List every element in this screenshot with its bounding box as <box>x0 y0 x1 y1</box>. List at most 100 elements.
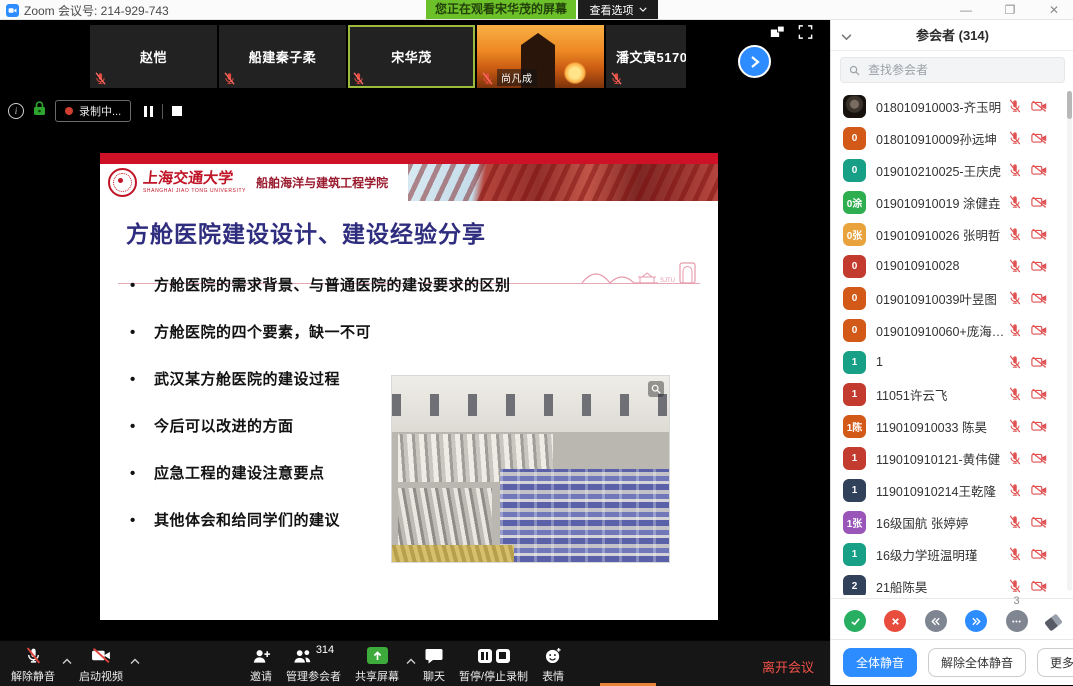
participant-row[interactable]: 2 21船陈昊 <box>831 570 1073 595</box>
video-off-icon[interactable] <box>1031 579 1048 593</box>
reactions-button[interactable]: 表情 <box>535 641 571 684</box>
muted-mic-icon[interactable] <box>1008 195 1022 209</box>
close-button[interactable]: ✕ <box>1043 3 1065 17</box>
muted-mic-icon[interactable] <box>1008 259 1022 273</box>
unmute-button[interactable]: 解除静音 <box>4 641 62 684</box>
video-off-icon[interactable] <box>1031 259 1048 273</box>
pause-icon[interactable] <box>478 649 492 663</box>
video-tile[interactable]: 尚凡成 <box>477 25 604 88</box>
video-off-icon[interactable] <box>1031 163 1048 177</box>
video-off-icon[interactable] <box>1031 99 1048 113</box>
video-off-icon[interactable] <box>1031 387 1048 401</box>
scrollbar-thumb[interactable] <box>1067 91 1072 119</box>
muted-mic-icon[interactable] <box>1008 387 1022 401</box>
chat-button[interactable]: 聊天 <box>416 641 452 684</box>
participant-row[interactable]: 0 019010210025-王庆虎 <box>831 154 1073 186</box>
leave-meeting-button[interactable]: 离开会议 <box>762 657 814 676</box>
fullscreen-icon[interactable] <box>798 25 813 39</box>
video-off-icon[interactable] <box>1031 419 1048 433</box>
magnifier-icon[interactable] <box>648 381 664 397</box>
search-box[interactable] <box>840 57 1065 83</box>
participant-row[interactable]: 0涂 019010910019 涂健垚 <box>831 186 1073 218</box>
participant-row[interactable]: 018010910003-齐玉明 <box>831 90 1073 122</box>
start-video-button[interactable]: 启动视频 <box>72 641 130 684</box>
meeting-id-label: Zoom 会议号: 214-929-743 <box>24 2 169 19</box>
participant-row[interactable]: 0 018010910009孙远坤 <box>831 122 1073 154</box>
muted-mic-icon[interactable] <box>1008 419 1022 433</box>
participant-row[interactable]: 0张 019010910026 张明哲 <box>831 218 1073 250</box>
next-videos-button[interactable] <box>738 45 771 78</box>
muted-mic-icon[interactable] <box>1008 483 1022 497</box>
video-tile[interactable]: 宋华茂 <box>348 25 475 88</box>
stop-icon[interactable] <box>496 649 510 663</box>
info-icon[interactable]: i <box>8 103 24 119</box>
panel-collapse-chevron[interactable] <box>841 29 852 44</box>
go-faster-button[interactable] <box>965 610 987 632</box>
video-off-icon[interactable] <box>1031 451 1048 465</box>
video-options-chevron[interactable] <box>130 652 140 684</box>
slide-header-banner: 上海交通大学 SHANGHAI JIAO TONG UNIVERSITY 船舶海… <box>100 164 718 201</box>
muted-mic-icon[interactable] <box>1008 451 1022 465</box>
video-off-icon[interactable] <box>1031 291 1048 305</box>
video-off-icon[interactable] <box>1031 355 1048 369</box>
video-tile[interactable]: 船建秦子柔 <box>219 25 346 88</box>
video-off-icon[interactable] <box>1031 483 1048 497</box>
invite-button[interactable]: 邀请 <box>243 641 279 684</box>
participant-row[interactable]: 1 11051许云飞 <box>831 378 1073 410</box>
video-off-icon[interactable] <box>1031 547 1048 561</box>
view-options-button[interactable]: 查看选项 <box>578 0 658 19</box>
more-button[interactable]: 更多 <box>1037 648 1073 677</box>
video-off-icon[interactable] <box>1031 195 1048 209</box>
participant-row[interactable]: 1 16级力学班温明瑾 <box>831 538 1073 570</box>
window-titlebar: Zoom 会议号: 214-929-743 您正在观看宋华茂的屏幕 查看选项 —… <box>0 0 1073 20</box>
muted-mic-icon[interactable] <box>1008 227 1022 241</box>
gallery-view-icon[interactable] <box>770 25 785 39</box>
participant-row[interactable]: 1陈 119010910033 陈昊 <box>831 410 1073 442</box>
muted-mic-icon[interactable] <box>1008 99 1022 113</box>
unmute-all-button[interactable]: 解除全体静音 <box>928 648 1026 677</box>
participants-title: 参会者 (314) <box>916 25 989 44</box>
video-off-icon[interactable] <box>1031 515 1048 529</box>
muted-mic-icon[interactable] <box>1008 355 1022 369</box>
school-name: 船舶海洋与建筑工程学院 <box>256 174 388 191</box>
video-tile[interactable]: 赵恺 <box>90 25 217 88</box>
participant-row[interactable]: 1 1 <box>831 346 1073 378</box>
video-off-icon[interactable] <box>1031 131 1048 145</box>
restore-button[interactable]: ❐ <box>999 3 1021 17</box>
video-off-icon[interactable] <box>1031 227 1048 241</box>
clear-reactions-eraser-icon[interactable] <box>1044 614 1063 632</box>
muted-mic-icon[interactable] <box>1008 547 1022 561</box>
participant-row[interactable]: 1 119010910214王乾隆 <box>831 474 1073 506</box>
muted-mic-icon[interactable] <box>1008 291 1022 305</box>
share-options-chevron[interactable] <box>406 652 416 684</box>
minimize-button[interactable]: — <box>955 3 977 17</box>
recording-dot-icon <box>65 107 73 115</box>
manage-participants-button[interactable]: 314 管理参会者 <box>279 641 348 684</box>
video-tile[interactable]: 潘文寅5170219... <box>606 25 686 88</box>
muted-mic-icon[interactable] <box>1008 163 1022 177</box>
avatar: 1 <box>843 479 866 502</box>
pause-recording-button[interactable] <box>144 106 153 117</box>
video-off-icon[interactable] <box>1031 323 1048 337</box>
yes-reaction-button[interactable] <box>844 610 866 632</box>
participant-row[interactable]: 1 119010910121-黄伟健 <box>831 442 1073 474</box>
muted-mic-icon[interactable] <box>1008 323 1022 337</box>
muted-mic-icon[interactable] <box>1008 579 1022 593</box>
invite-person-icon <box>252 646 271 665</box>
participant-row[interactable]: 0 019010910060+庞海祥+船建学... <box>831 314 1073 346</box>
mute-all-button[interactable]: 全体静音 <box>843 648 917 677</box>
muted-mic-icon[interactable] <box>1008 131 1022 145</box>
muted-mic-icon[interactable] <box>1008 515 1022 529</box>
no-reaction-button[interactable] <box>884 610 906 632</box>
participant-row[interactable]: 0 019010910039叶昱图 <box>831 282 1073 314</box>
participant-row[interactable]: 0 019010910028 <box>831 250 1073 282</box>
share-screen-button[interactable]: 共享屏幕 <box>348 641 406 684</box>
search-input[interactable] <box>866 62 1056 78</box>
pause-stop-recording-button[interactable]: 暂停/停止录制 <box>452 641 535 684</box>
scrollbar[interactable] <box>1067 91 1072 591</box>
go-slower-button[interactable] <box>925 610 947 632</box>
stop-recording-button[interactable] <box>172 106 182 116</box>
mic-options-chevron[interactable] <box>62 652 72 684</box>
participant-row[interactable]: 1张 16级国航 张婷婷 <box>831 506 1073 538</box>
more-reactions-button[interactable]: 3 <box>1006 610 1028 632</box>
